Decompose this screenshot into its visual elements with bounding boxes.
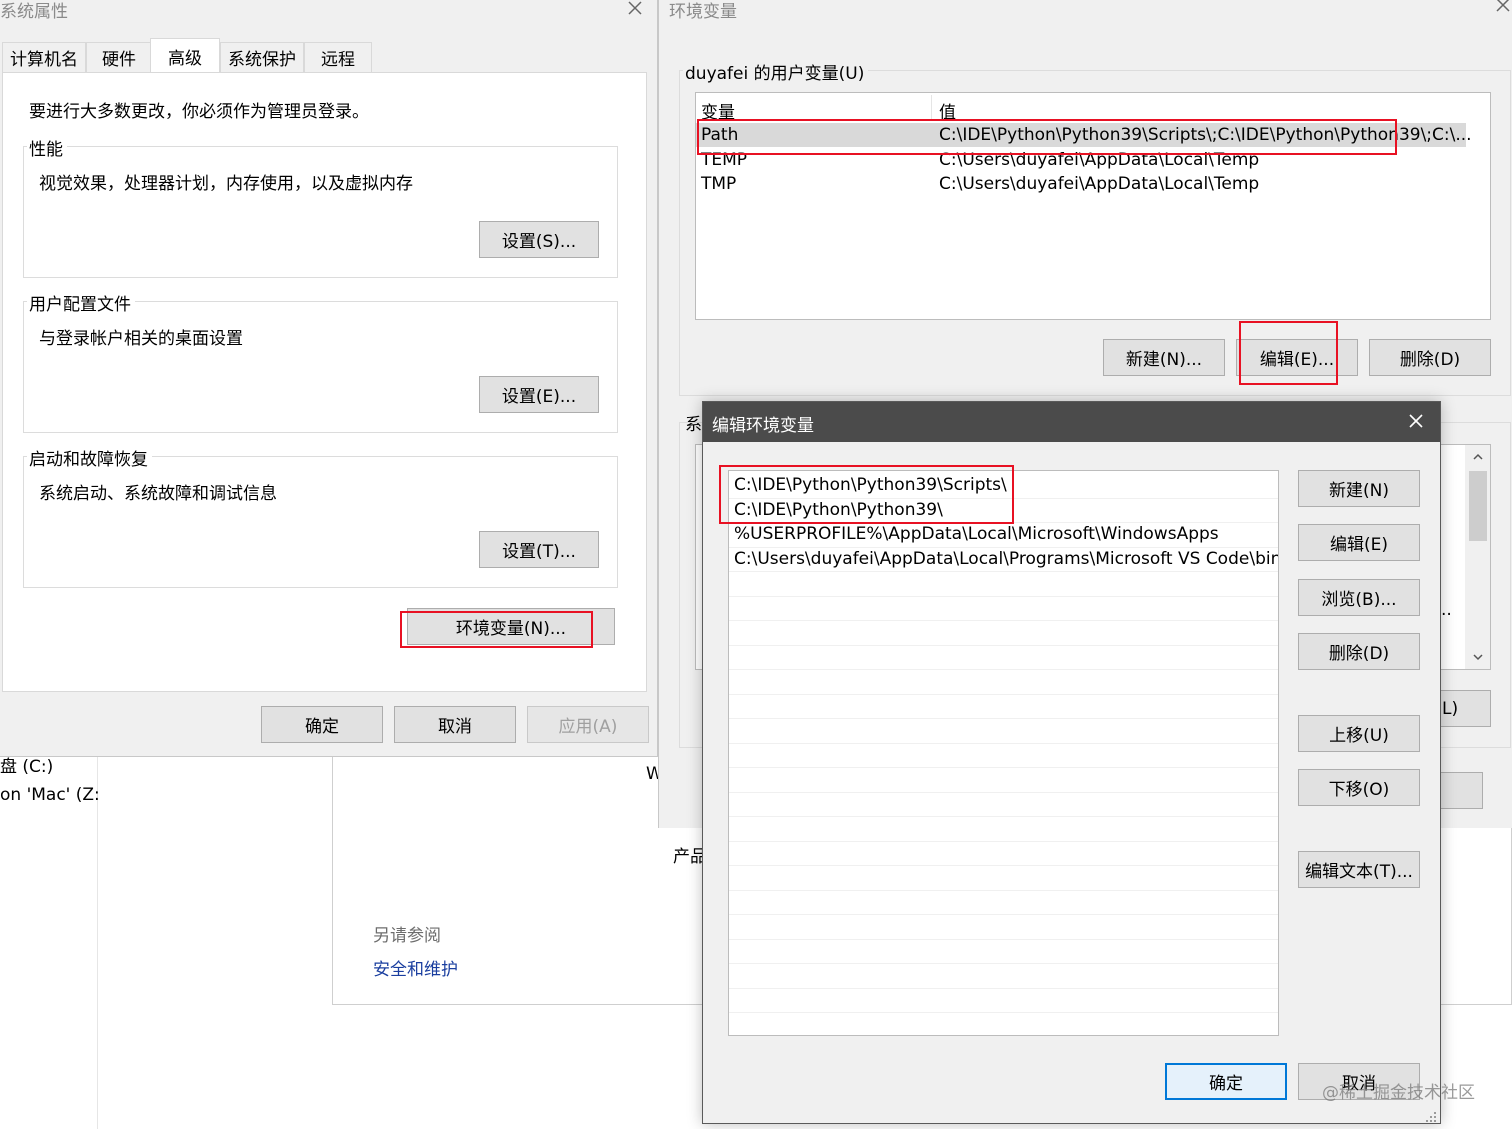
user-variables-label: duyafei 的用户变量(U) (683, 59, 869, 84)
scrollbar-thumb[interactable] (1469, 471, 1487, 541)
variable-value: C:\Users\duyafei\AppData\Local\Temp (939, 150, 1260, 170)
column-header-value[interactable]: 值 (939, 98, 956, 123)
path-list-item[interactable]: C:\IDE\Python\Python39\Scripts\ (729, 474, 1278, 499)
path-list-empty-row[interactable] (729, 817, 1278, 842)
admin-note: 要进行大多数更改，你必须作为管理员登录。 (29, 102, 369, 122)
variable-name: TEMP (701, 150, 748, 170)
chevron-up-icon[interactable] (1471, 449, 1485, 463)
path-delete-button[interactable]: 删除(D) (1298, 633, 1420, 670)
path-new-button[interactable]: 新建(N) (1298, 470, 1420, 507)
watermark: @稀土掘金技术社区 (1322, 1083, 1475, 1103)
security-maintenance-link[interactable]: 安全和维护 (373, 955, 458, 980)
startup-recovery-desc: 系统启动、系统故障和调试信息 (39, 484, 277, 504)
variable-value: C:\IDE\Python\Python39\Scripts\;C:\IDE\P… (939, 125, 1472, 145)
path-list-empty-row[interactable] (729, 621, 1278, 646)
close-icon[interactable] (622, 0, 648, 22)
path-list-item[interactable]: %USERPROFILE%\AppData\Local\Microsoft\Wi… (729, 523, 1278, 548)
path-list-empty-row[interactable] (729, 670, 1278, 695)
performance-label: 性能 (27, 135, 67, 160)
table-header: 变量 值 (696, 93, 1466, 123)
performance-desc: 视觉效果，处理器计划，内存使用，以及虚拟内存 (39, 174, 413, 194)
dialog-title-bar: 编辑环境变量 (703, 402, 1440, 442)
environment-variables-title: 环境变量 (669, 2, 737, 22)
apply-button[interactable]: 应用(A) (527, 706, 649, 743)
tab-remote[interactable]: 远程 (304, 42, 372, 72)
tab-advanced[interactable]: 高级 (150, 38, 220, 73)
edit-env-dialog: 编辑环境变量 C:\IDE\Python\Python39\Scripts\ C:… (702, 401, 1441, 1124)
dialog-title: 编辑环境变量 (712, 416, 814, 436)
path-list-item[interactable]: C:\IDE\Python\Python39\ (729, 499, 1278, 523)
path-entry-text: C:\Users\duyafei\AppData\Local\Programs\… (734, 548, 1279, 569)
user-profiles-group (23, 301, 618, 433)
path-list-empty-row[interactable] (729, 964, 1278, 989)
performance-settings-button[interactable]: 设置(S)... (479, 221, 599, 258)
chevron-down-icon[interactable] (1471, 649, 1485, 663)
path-list-empty-row[interactable] (729, 915, 1278, 940)
cancel-button[interactable]: 取消 (394, 706, 516, 743)
startup-recovery-settings-button[interactable]: 设置(T)... (479, 531, 599, 568)
path-list-empty-row[interactable] (729, 695, 1278, 719)
path-list-empty-row[interactable] (729, 744, 1278, 768)
path-list-empty-row[interactable] (729, 940, 1278, 964)
path-list-empty-row[interactable] (729, 719, 1278, 744)
path-list-empty-row[interactable] (729, 793, 1278, 817)
drive-z-label[interactable]: on 'Mac' (Z: (0, 785, 100, 805)
path-list-empty-row[interactable] (729, 1013, 1278, 1035)
variable-name: TMP (701, 174, 737, 194)
path-move-down-button[interactable]: 下移(O) (1298, 769, 1420, 806)
user-profiles-desc: 与登录帐户相关的桌面设置 (39, 329, 243, 349)
path-list-empty-row[interactable] (729, 572, 1278, 597)
close-icon[interactable] (1403, 410, 1429, 434)
ok-button[interactable]: 确定 (261, 706, 383, 743)
table-row-tmp[interactable]: TMP C:\Users\duyafei\AppData\Local\Temp (696, 172, 1466, 196)
tab-computer-name[interactable]: 计算机名 (2, 42, 86, 72)
tab-hardware[interactable]: 硬件 (86, 42, 152, 72)
path-entry-text: C:\IDE\Python\Python39\Scripts\ (734, 475, 1007, 495)
table-row-path[interactable]: Path C:\IDE\Python\Python39\Scripts\;C:\… (696, 123, 1472, 147)
path-list-empty-row[interactable] (729, 866, 1278, 891)
user-profiles-label: 用户配置文件 (27, 290, 135, 315)
resize-grip-icon[interactable] (1425, 1108, 1437, 1122)
user-new-button[interactable]: 新建(N)... (1103, 339, 1225, 376)
startup-recovery-group (23, 456, 618, 588)
variable-value: C:\Users\duyafei\AppData\Local\Temp (939, 174, 1260, 194)
variable-name: Path (701, 125, 739, 145)
column-header-variable[interactable]: 变量 (701, 98, 735, 123)
startup-recovery-label: 启动和故障恢复 (27, 445, 152, 470)
system-properties-window: 系统属性 计算机名 硬件 高级 系统保护 远程 要进行大多数更改，你必须作为管理… (0, 0, 658, 757)
close-icon[interactable] (1489, 0, 1512, 18)
system-table-scrollbar[interactable] (1465, 445, 1490, 669)
path-entry-text: %USERPROFILE%\AppData\Local\Microsoft\Wi… (734, 524, 1219, 544)
user-profiles-settings-button[interactable]: 设置(E)... (479, 376, 599, 413)
user-variables-table: 变量 值 Path C:\IDE\Python\Python39\Scripts… (695, 92, 1491, 320)
dialog-ok-button[interactable]: 确定 (1165, 1063, 1287, 1100)
column-divider (931, 95, 932, 119)
environment-variables-button[interactable]: 环境变量(N)... (407, 608, 615, 645)
tab-system-protection[interactable]: 系统保护 (220, 42, 304, 72)
table-row-temp[interactable]: TEMP C:\Users\duyafei\AppData\Local\Temp (696, 148, 1466, 172)
path-list-empty-row[interactable] (729, 842, 1278, 866)
path-list-empty-row[interactable] (729, 597, 1278, 621)
path-edit-text-button[interactable]: 编辑文本(T)... (1298, 851, 1420, 888)
system-properties-title: 系统属性 (0, 2, 68, 22)
see-also-label: 另请参阅 (373, 926, 441, 946)
performance-group (23, 146, 618, 278)
background-left-divider (97, 756, 98, 1129)
path-entry-text: C:\IDE\Python\Python39\ (734, 499, 943, 520)
path-move-up-button[interactable]: 上移(U) (1298, 715, 1420, 752)
path-edit-button[interactable]: 编辑(E) (1298, 524, 1420, 561)
path-list-empty-row[interactable] (729, 768, 1278, 793)
path-list-empty-row[interactable] (729, 646, 1278, 670)
path-list[interactable]: C:\IDE\Python\Python39\Scripts\ C:\IDE\Py… (728, 470, 1279, 1036)
path-browse-button[interactable]: 浏览(B)... (1298, 579, 1420, 616)
path-list-item[interactable]: C:\Users\duyafei\AppData\Local\Programs\… (729, 548, 1279, 572)
path-list-empty-row[interactable] (729, 989, 1278, 1013)
system-row-ellipsis: .. (1441, 600, 1452, 620)
user-edit-button[interactable]: 编辑(E)... (1236, 339, 1358, 376)
user-delete-button[interactable]: 删除(D) (1369, 339, 1491, 376)
path-list-empty-row[interactable] (729, 891, 1278, 915)
